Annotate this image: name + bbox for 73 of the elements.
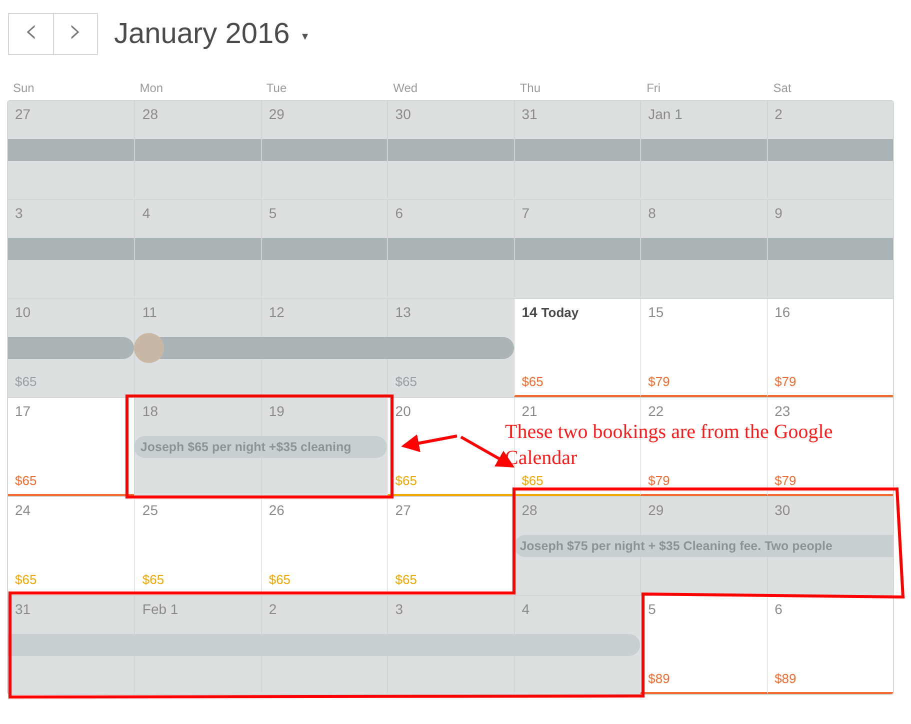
day-number: 2 [268, 601, 277, 617]
weekday-label: Thu [518, 81, 541, 97]
price-label: $65 [15, 374, 38, 389]
day-number: 9 [774, 205, 782, 221]
day-number: 6 [395, 205, 404, 221]
day-number: 13 [395, 304, 411, 320]
day-number: 4 [142, 205, 150, 221]
day-number: 17 [15, 403, 31, 419]
day-number: 12 [268, 304, 284, 320]
day-number: 27 [15, 106, 31, 122]
day-number: 7 [522, 205, 530, 221]
day-number: 3 [395, 601, 404, 617]
weekday-label: Sun [12, 81, 34, 97]
day-number: 28 [142, 106, 158, 122]
weekday-label: Wed [392, 81, 418, 97]
day-number: 16 [774, 304, 790, 320]
day-number: Feb 1 [142, 601, 178, 617]
booking-label: Joseph $75 per night + $35 Cleaning fee. Two people [520, 539, 832, 553]
day-number: 4 [522, 601, 530, 617]
day-number: 20 [395, 403, 411, 419]
day-number: 8 [648, 205, 656, 221]
price-label: $79 [648, 473, 671, 488]
day-number: 24 [15, 502, 31, 518]
month-caret[interactable]: ▾ [302, 29, 308, 43]
price-label: $65 [268, 572, 292, 587]
day-number: 19 [268, 403, 284, 419]
day-number: 31 [522, 106, 538, 122]
day-number: Jan 1 [648, 106, 682, 122]
price-label: $65 [522, 374, 544, 389]
day-number: 22 [648, 403, 664, 419]
price-label: $65 [395, 572, 418, 587]
price-label: $79 [648, 374, 671, 389]
day-number: 23 [774, 403, 790, 419]
day-number: 2 [774, 106, 782, 122]
price-label: $89 [774, 671, 798, 686]
booking-bar[interactable] [8, 337, 134, 359]
price-label: $79 [774, 473, 798, 488]
day-number: 26 [268, 502, 284, 518]
price-label: $65 [522, 473, 544, 488]
price-label: $65 [15, 473, 38, 488]
today-label: Today [541, 305, 579, 320]
booking-bar[interactable] [8, 634, 640, 656]
price-label: $65 [395, 374, 418, 389]
day-number: 15 [648, 304, 664, 320]
price-label: $79 [774, 374, 798, 389]
day-number: 14 [522, 304, 538, 320]
day-number: 5 [268, 205, 277, 221]
day-number: 29 [648, 502, 664, 518]
weekday-label: Fri [646, 81, 661, 97]
day-number: 27 [395, 502, 411, 518]
weekday-label: Sat [772, 81, 792, 97]
day-number: 3 [15, 205, 23, 221]
price-label: $65 [395, 473, 418, 488]
price-label: $65 [15, 572, 38, 587]
day-number: 30 [395, 106, 411, 122]
day-number: 11 [142, 304, 157, 320]
day-number: 18 [142, 403, 158, 419]
arrow [401, 434, 458, 452]
day-number: 10 [15, 304, 31, 320]
day-number: 31 [15, 601, 31, 617]
weekday-label: Mon [138, 81, 164, 97]
price-label: $89 [648, 671, 671, 686]
month-title[interactable]: January 2016 [114, 18, 290, 50]
day-number: 5 [648, 601, 656, 617]
day-number: 28 [522, 502, 538, 518]
day-number: 21 [522, 403, 538, 419]
booking-label: Joseph $65 per night +$35 cleaning [140, 440, 352, 454]
day-number: 30 [774, 502, 790, 518]
price-label: $65 [142, 572, 166, 587]
day-number: 6 [774, 601, 782, 617]
day-number: 25 [142, 502, 158, 518]
day-number: 29 [268, 106, 284, 122]
weekday-label: Tue [265, 81, 287, 97]
